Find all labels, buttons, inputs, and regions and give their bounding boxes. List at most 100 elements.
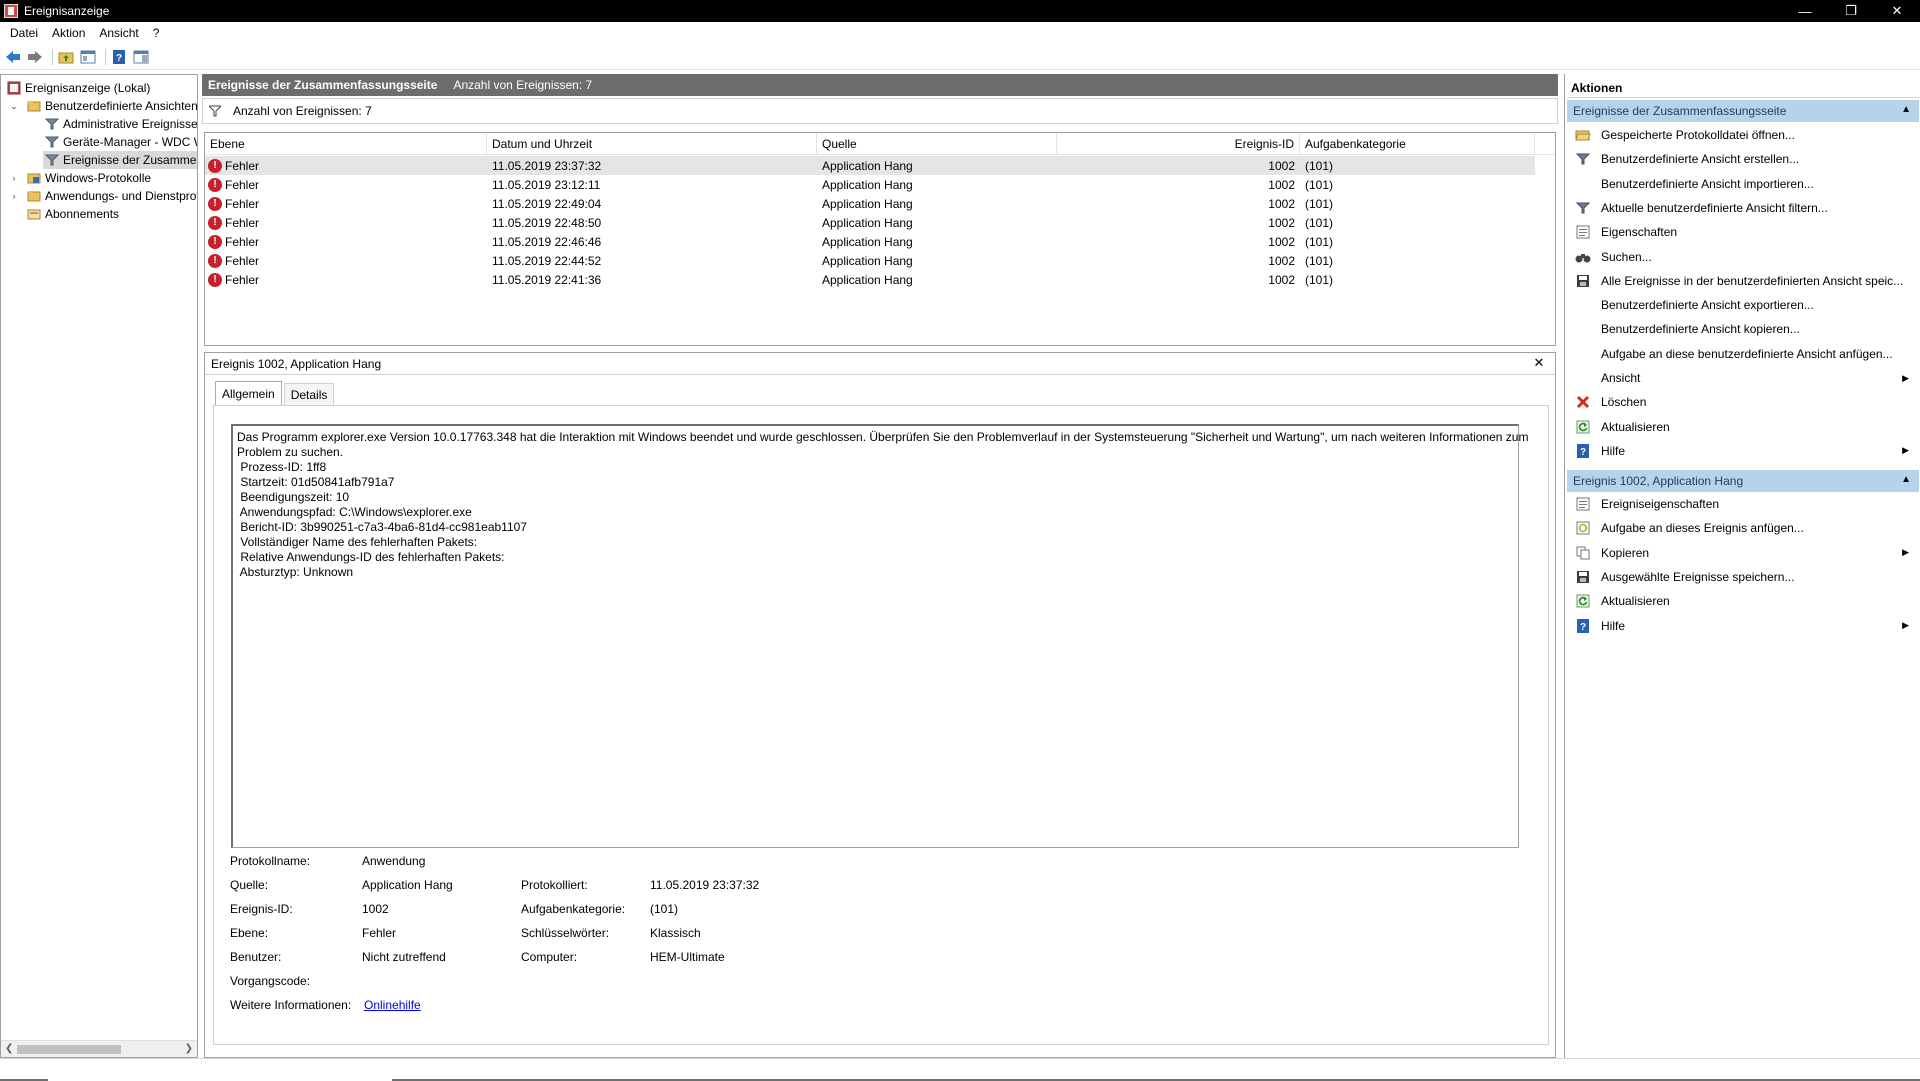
menu-datei[interactable]: Datei — [3, 26, 45, 40]
actions-section-summary-header[interactable]: Ereignisse der Zusammenfassungsseite ▲ — [1567, 100, 1919, 122]
action-item[interactable]: Aufgabe an dieses Ereignis anfügen... — [1567, 518, 1919, 538]
action-item[interactable]: Eigenschaften — [1567, 222, 1919, 242]
action-item[interactable]: Benutzerdefinierte Ansicht erstellen... — [1567, 149, 1919, 169]
forward-arrow-icon — [28, 50, 42, 63]
cell-task-category: (101) — [1305, 234, 1334, 249]
tree-item-custom-views[interactable]: Benutzerdefinierte Ansichten — [27, 97, 197, 115]
table-row[interactable]: ! Fehler 11.05.2019 22:44:52 Application Ha… — [205, 251, 1535, 270]
expand-chevron-icon[interactable]: › — [9, 187, 19, 205]
action-label: Eigenschaften — [1601, 225, 1678, 240]
cell-source: Application Hang — [822, 215, 913, 230]
action-item[interactable]: Kopieren ▶ — [1567, 543, 1919, 563]
prop-value-logged: 11.05.2019 23:37:32 — [650, 878, 760, 892]
cell-level: ! Fehler — [205, 194, 487, 213]
action-item[interactable]: Gespeicherte Protokolldatei öffnen... — [1567, 125, 1919, 145]
tree-item-app-service-logs[interactable]: Anwendungs- und Dienstprotokolle — [27, 187, 197, 205]
column-header-source[interactable]: Quelle — [817, 133, 1057, 155]
event-detail-title: Ereignis 1002, Application Hang — [211, 356, 382, 371]
binoculars-icon — [1575, 249, 1591, 265]
column-header-task-category[interactable]: Aufgabenkategorie — [1300, 133, 1535, 155]
tree-item-summary-page-events[interactable]: Ereignisse der Zusammenfassungsseite — [43, 151, 197, 169]
cell-task-category: (101) — [1305, 177, 1334, 192]
show-hide-tree-button[interactable] — [79, 48, 97, 66]
up-folder-button[interactable] — [57, 48, 75, 66]
level-text: Fehler — [225, 196, 260, 211]
menu-ansicht[interactable]: Ansicht — [92, 26, 145, 40]
help-button[interactable]: ? — [110, 48, 128, 66]
action-item[interactable]: Aktuelle benutzerdefinierte Ansicht filt… — [1567, 198, 1919, 218]
action-item[interactable]: Aufgabe an diese benutzerdefinierte Ansi… — [1567, 344, 1919, 364]
action-item[interactable]: Ansicht ▶ — [1567, 368, 1919, 388]
action-item[interactable]: Alle Ereignisse in der benutzerdefiniert… — [1567, 271, 1919, 291]
column-header-level[interactable]: Ebene — [205, 133, 487, 155]
action-item[interactable]: Benutzerdefinierte Ansicht kopieren... — [1567, 319, 1919, 339]
filter-icon — [45, 154, 59, 166]
actions-section-event-header[interactable]: Ereignis 1002, Application Hang ▲ — [1567, 470, 1919, 492]
description-line: Anwendungspfad: C:\Windows\explorer.exe — [237, 505, 472, 519]
center-header: Ereignisse der Zusammenfassungsseite Anz… — [202, 74, 1558, 96]
table-row[interactable]: ! Fehler 11.05.2019 22:48:50 Application Ha… — [205, 213, 1535, 232]
action-label: Alle Ereignisse in der benutzerdefiniert… — [1601, 273, 1904, 288]
action-label: Benutzerdefinierte Ansicht importieren..… — [1601, 176, 1814, 191]
column-header-date[interactable]: Datum und Uhrzeit — [487, 133, 817, 155]
expand-chevron-icon[interactable]: › — [9, 169, 19, 187]
column-header-event-id[interactable]: Ereignis-ID — [1057, 133, 1300, 155]
action-item[interactable]: Löschen — [1567, 392, 1919, 412]
forward-button[interactable] — [26, 48, 44, 66]
section-title: Ereignis 1002, Application Hang — [1573, 474, 1744, 488]
table-row[interactable]: ! Fehler 11.05.2019 22:46:46 Application Ha… — [205, 232, 1535, 251]
tree-item-event-viewer-local[interactable]: Ereignisanzeige (Lokal) — [7, 79, 150, 97]
action-item[interactable]: Ereigniseigenschaften — [1567, 494, 1919, 514]
collapse-caret-icon[interactable]: ▲ — [1901, 104, 1911, 115]
action-label: Kopieren — [1601, 545, 1650, 560]
tab-details[interactable]: Details — [283, 383, 335, 405]
error-icon: ! — [208, 215, 222, 230]
prop-value-keywords: Klassisch — [650, 926, 701, 940]
back-button[interactable] — [4, 48, 22, 66]
action-item[interactable]: ? Hilfe ▶ — [1567, 441, 1919, 461]
tab-allgemein[interactable]: Allgemein — [215, 381, 282, 405]
action-item[interactable]: Aktualisieren — [1567, 417, 1919, 437]
prop-label: Protokollname: — [230, 854, 311, 868]
tree-horizontal-scrollbar[interactable]: ❮ ❯ — [1, 1040, 197, 1057]
close-icon[interactable]: ✕ — [1531, 355, 1547, 371]
action-item[interactable]: Suchen... — [1567, 247, 1919, 267]
collapse-chevron-icon[interactable]: ⌄ — [9, 97, 19, 115]
event-description-text[interactable]: Das Programm explorer.exe Version 10.0.1… — [231, 424, 1528, 848]
back-arrow-icon — [6, 50, 20, 63]
action-item[interactable]: Aktualisieren — [1567, 591, 1919, 611]
menu-help[interactable]: ? — [146, 26, 167, 40]
scroll-left-arrow-icon[interactable]: ❮ — [5, 1043, 13, 1054]
cell-date: 11.05.2019 22:49:04 — [492, 196, 602, 211]
menu-aktion[interactable]: Aktion — [45, 26, 92, 40]
subscriptions-icon — [27, 209, 41, 220]
action-item[interactable]: Ausgewählte Ereignisse speichern... — [1567, 567, 1919, 587]
online-help-link[interactable]: Onlinehilfe — [364, 998, 421, 1014]
table-row[interactable]: ! Fehler 11.05.2019 22:41:36 Application Ha… — [205, 270, 1535, 289]
prop-label: Quelle: — [230, 878, 269, 892]
tree-item-administrative-events[interactable]: Administrative Ereignisse — [45, 115, 197, 133]
blank-icon — [1575, 370, 1591, 386]
minimize-button[interactable]: — — [1782, 0, 1828, 22]
tree-item-subscriptions[interactable]: Abonnements — [27, 205, 197, 223]
table-row[interactable]: ! Fehler 11.05.2019 23:37:32 Application Ha… — [205, 156, 1535, 175]
action-item[interactable]: ? Hilfe ▶ — [1567, 616, 1919, 636]
actions-pane: Aktionen Ereignisse der Zusammenfassungs… — [1564, 74, 1920, 1058]
scroll-thumb[interactable] — [17, 1045, 121, 1054]
action-item[interactable]: Benutzerdefinierte Ansicht exportieren..… — [1567, 295, 1919, 315]
tree-item-device-manager[interactable]: Geräte-Manager - WDC WD — [45, 133, 197, 151]
table-row[interactable]: ! Fehler 11.05.2019 23:12:11 Application Ha… — [205, 175, 1535, 194]
show-action-pane-button[interactable] — [132, 48, 150, 66]
restore-button[interactable]: ❐ — [1828, 0, 1874, 22]
tree-label: Geräte-Manager - WDC WD — [63, 135, 197, 149]
close-button[interactable]: ✕ — [1874, 0, 1920, 22]
collapse-caret-icon[interactable]: ▲ — [1901, 474, 1911, 485]
prop-value-task-category: (101) — [650, 902, 679, 916]
scroll-right-arrow-icon[interactable]: ❯ — [185, 1043, 193, 1054]
action-item[interactable]: Benutzerdefinierte Ansicht importieren..… — [1567, 174, 1919, 194]
tree-item-windows-logs[interactable]: Windows-Protokolle — [27, 169, 197, 187]
section-title: Ereignisse der Zusammenfassungsseite — [1573, 104, 1787, 118]
submenu-arrow-icon: ▶ — [1902, 445, 1909, 456]
action-label: Gespeicherte Protokolldatei öffnen... — [1601, 128, 1795, 142]
table-row[interactable]: ! Fehler 11.05.2019 22:49:04 Application Ha… — [205, 194, 1535, 213]
